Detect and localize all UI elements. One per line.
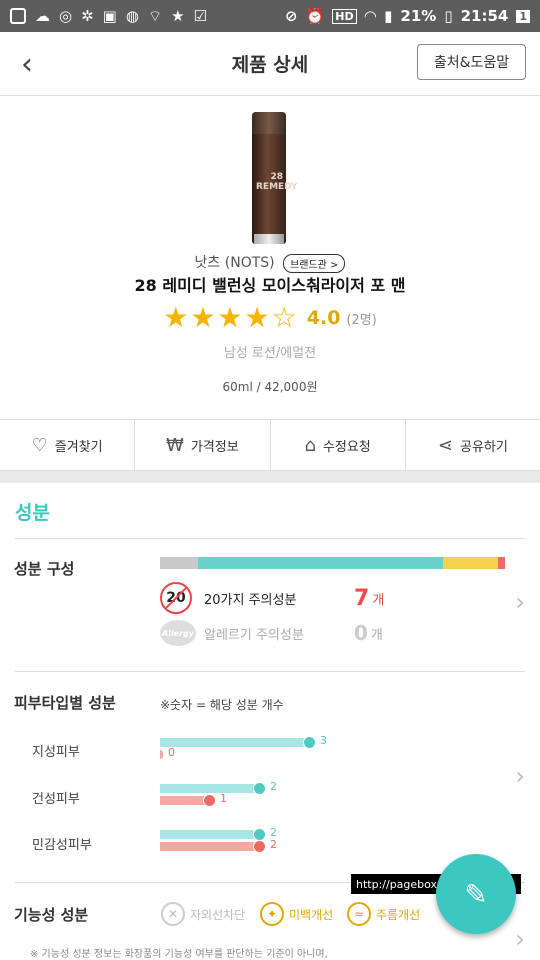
good-count-label: 3 (320, 734, 327, 747)
sync-icon: ◎ (59, 7, 73, 25)
skin-type-label-item: 건성피부 (32, 792, 80, 807)
heart-icon: ♡ (31, 434, 48, 456)
image-icon: ▣ (102, 7, 117, 25)
caution-icon (253, 840, 266, 853)
won-icon: ₩ (166, 434, 184, 456)
star-icon: ★ (171, 7, 185, 25)
warning20-badge-icon: 20 (160, 582, 192, 614)
wifi-icon: ◠ (364, 7, 377, 25)
volume-price: 60ml / 42,000원 (222, 380, 318, 394)
wrinkle-icon: ≈ (347, 902, 371, 926)
share-icon: ⋖ (437, 434, 453, 456)
star-icon: ★ (163, 301, 189, 334)
mute-icon: ⊘ (285, 7, 298, 25)
divider-line (15, 671, 525, 672)
bad-bar (160, 842, 260, 851)
rating[interactable]: ★ ★ ★ ★ ☆ 4.0 (2명) (0, 304, 540, 332)
hd-icon: HD (332, 8, 357, 24)
settings-icon: ✲ (81, 7, 94, 25)
warning20-label: 20가지 주의성분 (204, 592, 297, 608)
product-image: 28 REMEDY (252, 112, 298, 244)
battery-text: 21% (400, 7, 437, 25)
price-info-button[interactable]: ₩ 가격정보 (135, 420, 271, 470)
skin-type-label: 피부타입별 성분 (14, 694, 116, 712)
source-help-button[interactable]: 출처&도움말 (417, 44, 526, 80)
rating-count: (2명) (346, 312, 377, 328)
bulb-icon: ✦ (260, 902, 284, 926)
edit-request-button[interactable]: ⌂ 수정요청 (271, 420, 406, 470)
allergy-unit: 개 (370, 627, 383, 643)
alarm-icon: ⏰ (305, 7, 325, 25)
composition-segment (498, 557, 505, 569)
bad-bar (160, 750, 163, 759)
app-icon (10, 8, 26, 24)
good-bar (160, 784, 260, 793)
warning20-unit: 개 (372, 592, 385, 608)
section-divider (0, 471, 540, 483)
allergy-badge-icon: Allergy (160, 620, 196, 646)
functional-label: 기능성 성분 (14, 906, 89, 924)
warning20-row[interactable]: 20 20가지 주의성분 7 개 (160, 582, 384, 614)
caution-icon (203, 794, 216, 807)
allergy-row[interactable]: Allergy 알레르기 주의성분 0 개 (160, 620, 383, 646)
battery-icon: ▯ (444, 7, 453, 25)
wifi-share-icon: ⌔ (147, 6, 163, 25)
skin-type-label-item: 민감성피부 (32, 838, 92, 853)
warning20-count: 7 (354, 585, 370, 611)
functional-footnote: ※ 기능성 성분 정보는 화장품의 기능성 여부를 판단하는 기준이 아니며, (30, 949, 328, 960)
star-icon: ★ (190, 301, 216, 334)
good-bar (160, 738, 310, 747)
good-count-label: 2 (270, 780, 277, 793)
brand-line: 낫츠 (NOTS) 브랜드관 > (0, 252, 540, 273)
composition-segment (197, 557, 443, 569)
check-icon: ☑ (193, 7, 207, 25)
close-circle-icon: ✕ (161, 902, 185, 926)
good-icon (253, 782, 266, 795)
share-button[interactable]: ⋖ 공유하기 (406, 420, 540, 470)
app-header: ‹ 제품 상세 출처&도움말 (0, 32, 540, 96)
bottle-label: 28 REMEDY (256, 172, 298, 192)
chevron-right-icon[interactable]: › (515, 925, 525, 953)
composition-bar (160, 557, 505, 569)
good-bar (160, 830, 260, 839)
good-icon (303, 736, 316, 749)
product-name: 28 레미디 밸런싱 모이스춰라이저 포 맨 (134, 276, 406, 295)
request-icon: ⌂ (304, 434, 316, 456)
functional-item-uv: ✕ 자외선차단 (161, 902, 245, 926)
functional-item-whitening: ✦ 미백개선 (260, 902, 333, 926)
functional-item-wrinkle: ≈ 주름개선 (347, 902, 420, 926)
product-category: 남성 로션/에멀젼 (223, 346, 317, 361)
chevron-right-icon[interactable]: › (515, 762, 525, 790)
brand-name[interactable]: 낫츠 (NOTS) (195, 255, 275, 271)
action-bar: ♡ 즐겨찾기 ₩ 가격정보 ⌂ 수정요청 ⋖ 공유하기 (0, 419, 540, 471)
signal-icon: ▮ (384, 7, 393, 25)
composition-label: 성분 구성 (14, 560, 75, 578)
favorite-button[interactable]: ♡ 즐겨찾기 (0, 420, 136, 470)
status-bar: ☁ ◎ ✲ ▣ ◍ ⌔ ★ ☑ ⊘ ⏰ HD ◠ ▮ 21% ▯ 21:54 1 (0, 0, 540, 32)
ingredients-section-title: 성분 (15, 502, 50, 524)
rating-value: 4.0 (306, 307, 341, 329)
cloud-icon: ☁ (35, 7, 50, 25)
bad-count-label: 1 (220, 792, 227, 805)
bad-count-label: 2 (270, 838, 277, 851)
composition-segment (442, 557, 499, 569)
brand-store-button[interactable]: 브랜드관 > (283, 253, 346, 273)
allergy-count: 0 (354, 621, 368, 645)
product-summary: 28 REMEDY 낫츠 (NOTS) 브랜드관 > 28 레미디 밸런싱 모이… (0, 96, 540, 419)
pencil-icon: ✎ (464, 877, 488, 911)
chevron-right-icon[interactable]: › (515, 588, 525, 616)
composition-segment (160, 557, 198, 569)
notification-badge: 1 (516, 9, 530, 23)
star-icon: ★ (217, 301, 243, 334)
allergy-label: 알레르기 주의성분 (204, 627, 304, 643)
star-empty-icon: ☆ (271, 301, 297, 334)
clock: 21:54 (460, 7, 509, 25)
skin-type-label-item: 지성피부 (32, 745, 80, 760)
divider-line (15, 538, 525, 539)
star-icon: ★ (244, 301, 270, 334)
talk-icon: ◍ (125, 7, 139, 25)
write-review-fab[interactable]: ✎ (436, 854, 516, 934)
skin-type-note: ※숫자 = 해당 성분 개수 (160, 698, 284, 712)
bad-count-label: 0 (168, 746, 175, 759)
